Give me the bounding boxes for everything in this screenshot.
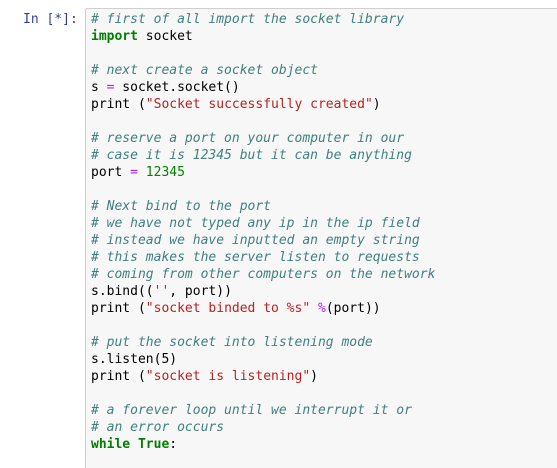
- code-line-comment: # we have not typed any ip in the ip fie…: [91, 216, 420, 231]
- code-line-comment: # reserve a port on your computer in our: [91, 131, 405, 146]
- code-line-bind: s.bind(('', port)): [91, 284, 232, 299]
- code-line-comment: # this makes the server listen to reques…: [91, 250, 420, 265]
- code-line-comment: # put the socket into listening mode: [91, 335, 373, 350]
- code-line-print: print ("Socket successfully created"): [91, 97, 381, 112]
- code-line-socket-create: s = socket.socket(): [91, 80, 240, 95]
- code-line-comment: # first of all import the socket library: [91, 12, 405, 27]
- code-line-print: print ("socket is listening"): [91, 369, 318, 384]
- code-input-area[interactable]: # first of all import the socket library…: [85, 8, 557, 468]
- code-line-print: print ("socket binded to %s" %(port)): [91, 301, 381, 316]
- code-line-comment: # next create a socket object: [91, 63, 318, 78]
- cell-prompt: In [*]:: [23, 12, 78, 27]
- code-editor[interactable]: # first of all import the socket library…: [91, 11, 435, 453]
- code-line-port: port = 12345: [91, 165, 185, 180]
- code-line-listen: s.listen(5): [91, 352, 178, 367]
- code-line-comment: # instead we have inputted an empty stri…: [91, 233, 420, 248]
- code-line-comment: # case it is 12345 but it can be anythin…: [91, 148, 412, 163]
- notebook-cell: In [*]: # first of all import the socket…: [0, 0, 557, 468]
- code-line-comment: # coming from other computers on the net…: [91, 267, 436, 282]
- code-line-comment: # an error occurs: [91, 420, 225, 435]
- code-line-comment: # a forever loop until we interrupt it o…: [91, 403, 412, 418]
- code-line-while: while True:: [91, 437, 178, 452]
- code-line-comment: # Next bind to the port: [91, 199, 272, 214]
- code-line-import: import socket: [91, 29, 193, 44]
